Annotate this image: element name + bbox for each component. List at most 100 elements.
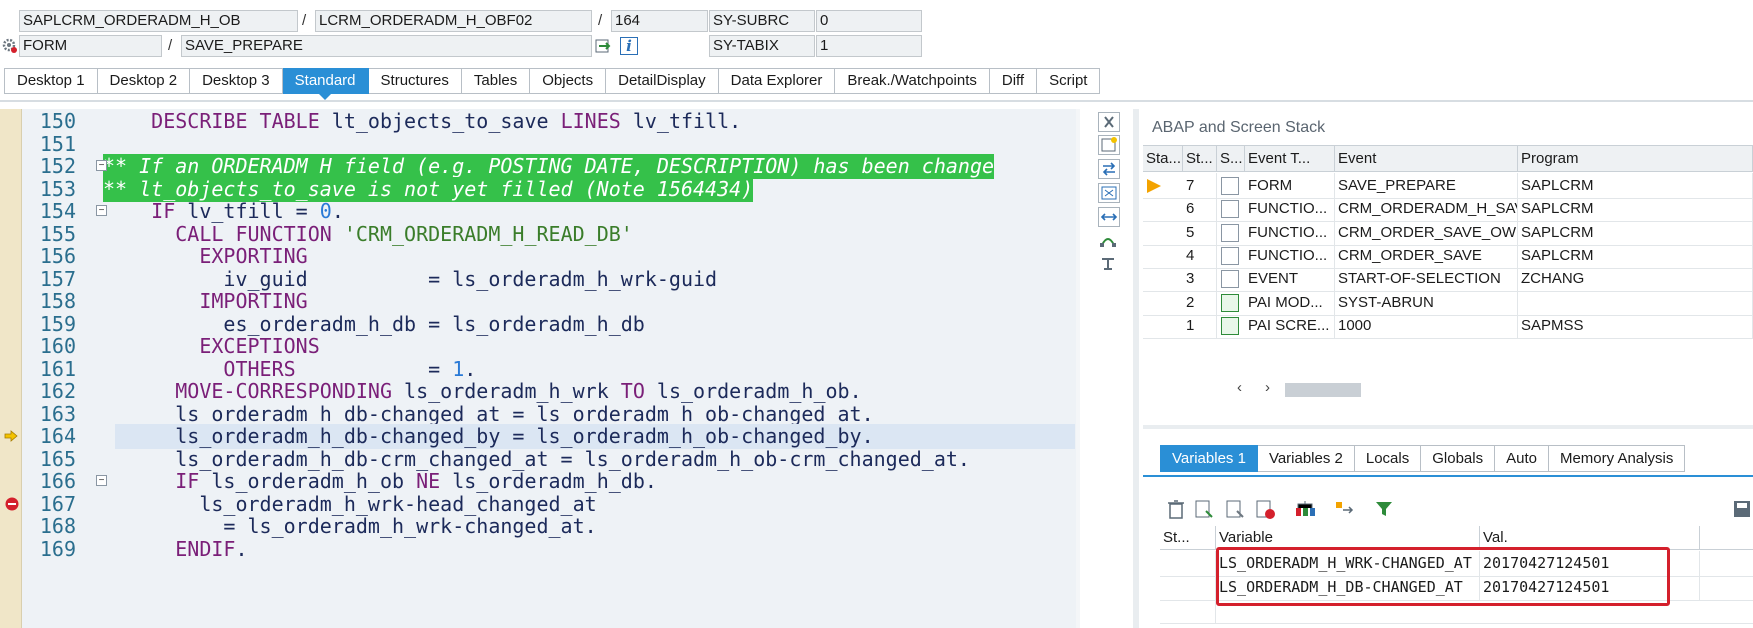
fold-toggle-icon[interactable]: − — [96, 475, 107, 486]
structure-icon[interactable] — [1294, 498, 1316, 520]
code-text: iv_guid = ls_orderadm_h_wrk-guid — [103, 266, 718, 291]
gear-icon[interactable] — [2, 38, 18, 54]
tab-locals[interactable]: Locals — [1354, 445, 1422, 472]
sysvar2-name-field[interactable]: SY-TABIX — [709, 35, 815, 57]
stack-row[interactable]: 5 FUNCTIO... CRM_ORDER_SAVE_OW SAPLCRM — [1143, 219, 1753, 246]
save-icon[interactable] — [1731, 498, 1753, 520]
fold-toggle-icon[interactable]: − — [96, 205, 107, 216]
stack-row[interactable]: 1 PAI SCRE... 1000 SAPMSS — [1143, 312, 1753, 339]
tab-break-watchpoints[interactable]: Break./Watchpoints — [835, 68, 990, 94]
stack-row[interactable]: 4 FUNCTIO... CRM_ORDER_SAVE SAPLCRM — [1143, 242, 1753, 269]
panel-splitter[interactable] — [1143, 425, 1753, 429]
stack-hscroll[interactable]: ‹ › — [1233, 379, 1373, 397]
sysvar1-value-field[interactable]: 0 — [816, 10, 922, 32]
stack-row[interactable]: 2 PAI MOD... SYST-ABRUN — [1143, 289, 1753, 316]
tab-tables[interactable]: Tables — [461, 68, 531, 94]
swap-icon[interactable] — [1098, 159, 1120, 179]
stack-event-type: EVENT — [1245, 266, 1335, 293]
stack-event: CRM_ORDER_SAVE_OW — [1335, 219, 1518, 246]
pane-splitter[interactable] — [1133, 109, 1139, 628]
variable-status — [1160, 598, 1216, 624]
include-field[interactable]: LCRM_ORDERADM_H_OBF02 — [315, 10, 592, 32]
remove-variable-icon[interactable] — [1254, 498, 1276, 520]
stack-program: SAPMSS — [1518, 312, 1753, 339]
layout-icon[interactable] — [1098, 231, 1120, 251]
tab-structures[interactable]: Structures — [368, 68, 462, 94]
stack-column-header[interactable]: S... — [1217, 146, 1245, 172]
stack-column-header[interactable]: Program — [1518, 146, 1753, 172]
stack-table: Sta... St... S... Event T... Event Program 7 F… — [1143, 145, 1753, 403]
tab-globals[interactable]: Globals — [1421, 445, 1496, 472]
tab-desktop-3[interactable]: Desktop 3 — [190, 68, 283, 94]
scroll-thumb[interactable] — [1285, 383, 1361, 397]
sysvar2-value-field[interactable]: 1 — [816, 35, 922, 57]
tools-icon[interactable] — [1098, 255, 1120, 275]
line-number: 159 — [39, 311, 76, 336]
info-icon[interactable]: i — [620, 37, 638, 55]
stack-event-type: FUNCTIO... — [1245, 242, 1335, 269]
code-line: 158 IMPORTING — [0, 289, 1080, 314]
code-text: OTHERS = 1. — [223, 356, 477, 381]
tab-diff[interactable]: Diff — [989, 68, 1038, 94]
tab-objects[interactable]: Objects — [530, 68, 607, 94]
program-field[interactable]: SAPLCRM_ORDERADM_H_OB — [19, 10, 298, 32]
tab-data-explorer[interactable]: Data Explorer — [718, 68, 836, 94]
code-text: CALL FUNCTION 'CRM_ORDERADM_H_READ_DB' — [175, 221, 633, 246]
filter-icon[interactable] — [1373, 498, 1395, 520]
tab-detaildisplay[interactable]: DetailDisplay — [606, 68, 719, 94]
tab-desktop-2[interactable]: Desktop 2 — [97, 68, 191, 94]
stack-event-type: PAI MOD... — [1245, 289, 1335, 316]
variable-column-header[interactable]: St... — [1160, 526, 1216, 550]
navigate-icon[interactable] — [595, 38, 613, 54]
stack-column-header[interactable]: Event T... — [1245, 146, 1335, 172]
stack-row[interactable]: 3 EVENT START-OF-SELECTION ZCHANG — [1143, 266, 1753, 293]
tab-desktop-1[interactable]: Desktop 1 — [4, 68, 98, 94]
code-editor[interactable]: 150 DESCRIBE TABLE lt_objects_to_save LI… — [0, 109, 1080, 628]
tab-variables-2[interactable]: Variables 2 — [1257, 445, 1355, 472]
stack-column-header[interactable]: St... — [1183, 146, 1217, 172]
code-text: IMPORTING — [199, 289, 308, 313]
close-window-icon[interactable] — [1098, 112, 1120, 132]
sysvar1-name-field[interactable]: SY-SUBRC — [709, 10, 815, 32]
event-type-field[interactable]: FORM — [19, 35, 162, 57]
separator: / — [302, 12, 307, 29]
delete-icon[interactable] — [1165, 498, 1187, 520]
scroll-right-icon[interactable]: › — [1265, 379, 1270, 396]
fold-toggle-icon[interactable]: − — [96, 160, 107, 171]
tab-script[interactable]: Script — [1037, 68, 1101, 94]
line-number: 168 — [39, 514, 76, 538]
stack-program: SAPLCRM — [1518, 173, 1753, 199]
code-line: 164 ls_orderadm_h_db-changed_by = ls_ord… — [0, 424, 1080, 449]
stack-row[interactable]: 7 FORM SAVE_PREPARE SAPLCRM — [1143, 173, 1753, 199]
code-line: 159 es_orderadm_h_db = ls_orderadm_h_db — [0, 312, 1080, 337]
line-number: 167 — [39, 491, 76, 516]
code-line: 165 ls_orderadm_h_db-crm_changed_at = ls… — [0, 447, 1080, 472]
variable-status — [1160, 551, 1216, 577]
line-number-field[interactable]: 164 — [611, 10, 708, 32]
insert-variable-icon[interactable] — [1193, 498, 1215, 520]
resize-icon[interactable] — [1098, 207, 1120, 227]
stack-level: 3 — [1183, 266, 1217, 293]
editor-scrollbar[interactable]: ⌃ ⌄ — [1076, 109, 1080, 628]
tab-memory-analysis[interactable]: Memory Analysis — [1548, 445, 1686, 472]
event-name-field[interactable]: SAVE_PREPARE — [181, 35, 592, 57]
fullscreen-icon[interactable] — [1098, 183, 1120, 203]
tab-standard[interactable]: Standard — [282, 68, 369, 100]
line-number: 152 — [39, 154, 76, 178]
stack-column-header[interactable]: Sta... — [1143, 146, 1183, 172]
copy-variable-icon[interactable] — [1224, 498, 1246, 520]
new-window-icon[interactable] — [1098, 135, 1120, 155]
tab-auto[interactable]: Auto — [1495, 445, 1549, 472]
move-variable-icon[interactable] — [1334, 498, 1356, 520]
breakpoint-icon[interactable] — [4, 496, 19, 510]
line-number: 151 — [39, 131, 76, 156]
separator: / — [168, 37, 173, 54]
stack-row[interactable]: 6 FUNCTIO...CRM_ORDERADM_H_SAVE_OBSAPLCRM — [1143, 196, 1753, 223]
tab-variables-1[interactable]: Variables 1 — [1160, 445, 1258, 472]
scroll-up-icon[interactable]: ⌃ — [1079, 117, 1080, 131]
scroll-down-icon[interactable]: ⌄ — [1079, 135, 1080, 149]
scroll-left-icon[interactable]: ‹ — [1237, 379, 1242, 396]
code-comment: ** lt_objects_to_save is not yet filled … — [103, 176, 754, 202]
code-line: 151 — [0, 132, 1080, 157]
stack-column-header[interactable]: Event — [1335, 146, 1518, 172]
